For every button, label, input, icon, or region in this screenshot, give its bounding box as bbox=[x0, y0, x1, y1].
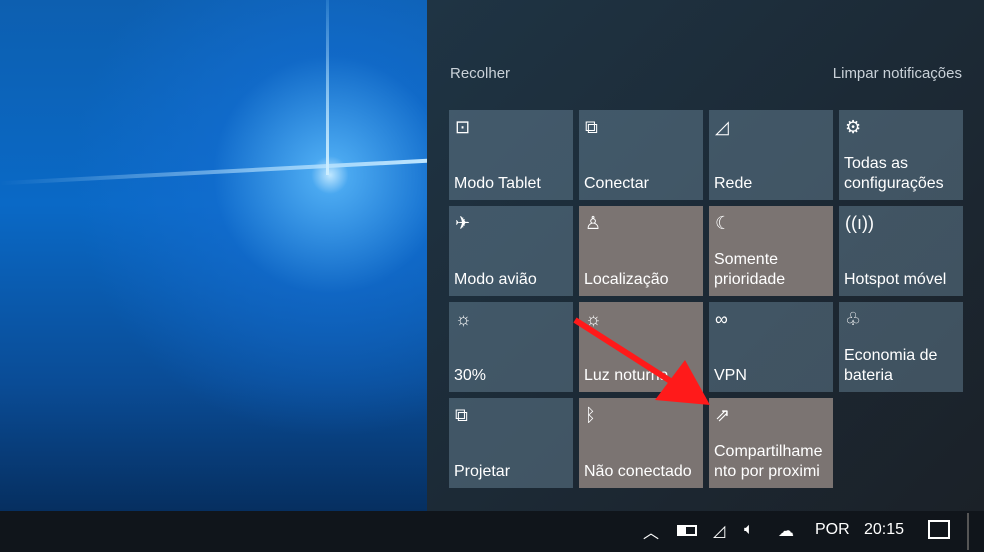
tile-label: VPN bbox=[714, 367, 747, 384]
collapse-button[interactable]: Recolher bbox=[450, 65, 510, 82]
quick-action-tile[interactable]: ⧉ Conectar bbox=[579, 110, 703, 200]
project-icon: ⧉ bbox=[455, 405, 468, 425]
language-indicator[interactable]: POR bbox=[815, 521, 850, 539]
show-desktop-button[interactable] bbox=[967, 513, 969, 550]
action-center: Recolher Limpar notificações ⊡ Modo Table… bbox=[427, 0, 984, 511]
nearby-share-icon: ⇗ bbox=[715, 405, 731, 425]
quick-action-tile[interactable]: ⚙ Todas as configurações bbox=[839, 110, 963, 200]
quick-action-tile[interactable]: ☼ 30% bbox=[449, 302, 573, 392]
quick-action-tile[interactable]: ✈ Modo avião bbox=[449, 206, 573, 296]
clock[interactable]: 20:15 bbox=[864, 521, 904, 539]
quick-action-tile[interactable]: ⊡ Modo Tablet bbox=[449, 110, 573, 200]
tile-label: 30% bbox=[454, 367, 487, 384]
night-light-icon: ☼ bbox=[585, 309, 602, 329]
tile-label: Localização bbox=[584, 271, 669, 288]
taskbar: ︿ ◿ 🔈︎ ☁︎ POR 20:15 bbox=[0, 511, 984, 552]
tile-label: Todas as configurações bbox=[844, 155, 944, 192]
tile-label: Não conectado bbox=[584, 463, 692, 480]
onedrive-sync-icon[interactable]: ☁︎ bbox=[778, 521, 794, 541]
quick-action-tile[interactable]: ♙ Localização bbox=[579, 206, 703, 296]
desktop-wallpaper bbox=[0, 0, 427, 511]
tile-label: Conectar bbox=[584, 175, 649, 192]
volume-icon[interactable]: 🔈︎ bbox=[744, 521, 754, 539]
tile-label: Rede bbox=[714, 175, 753, 192]
quick-action-tile[interactable]: ☾ Somente prioridade bbox=[709, 206, 833, 296]
tile-label: Economia de bateria bbox=[844, 347, 938, 384]
quick-action-tile[interactable]: ◿ Rede bbox=[709, 110, 833, 200]
network-icon: ◿ bbox=[715, 117, 729, 137]
show-hidden-icons-chevron-icon[interactable]: ︿ bbox=[643, 519, 659, 543]
connect-icon: ⧉ bbox=[585, 117, 598, 137]
location-icon: ♙ bbox=[585, 213, 602, 233]
tile-label: Somente prioridade bbox=[714, 251, 786, 288]
quick-action-tile[interactable]: ☼ Luz noturna bbox=[579, 302, 703, 392]
quick-action-tile[interactable]: ∞ VPN bbox=[709, 302, 833, 392]
wifi-icon[interactable]: ◿ bbox=[713, 521, 725, 541]
tablet-icon: ⊡ bbox=[455, 117, 471, 137]
quick-action-tile[interactable]: ⇗ Compartilhame nto por proximi bbox=[709, 398, 833, 488]
quick-action-tile[interactable]: ⧉ Projetar bbox=[449, 398, 573, 488]
quick-action-tile[interactable]: ♧ Economia de bateria bbox=[839, 302, 963, 392]
tile-label: Compartilhame nto por proximi bbox=[714, 443, 823, 480]
action-center-icon[interactable] bbox=[928, 520, 950, 539]
tile-label: Modo avião bbox=[454, 271, 537, 288]
quick-action-tile[interactable]: ᛒ Não conectado bbox=[579, 398, 703, 488]
hotspot-icon: ((ı)) bbox=[845, 213, 874, 233]
vpn-icon: ∞ bbox=[715, 309, 728, 329]
tile-label: Luz noturna bbox=[584, 367, 669, 384]
quick-action-tile[interactable]: ((ı)) Hotspot móvel bbox=[839, 206, 963, 296]
tile-label: Modo Tablet bbox=[454, 175, 541, 192]
moon-icon: ☾ bbox=[715, 213, 732, 233]
clear-notifications-button[interactable]: Limpar notificações bbox=[833, 65, 962, 82]
battery-icon[interactable] bbox=[677, 525, 697, 536]
tile-label: Hotspot móvel bbox=[844, 271, 947, 288]
airplane-icon: ✈ bbox=[455, 213, 471, 233]
battery-saver-icon: ♧ bbox=[845, 309, 862, 329]
brightness-icon: ☼ bbox=[455, 309, 472, 329]
gear-icon: ⚙ bbox=[845, 117, 862, 137]
tile-label: Projetar bbox=[454, 463, 511, 480]
bluetooth-icon: ᛒ bbox=[585, 405, 596, 425]
